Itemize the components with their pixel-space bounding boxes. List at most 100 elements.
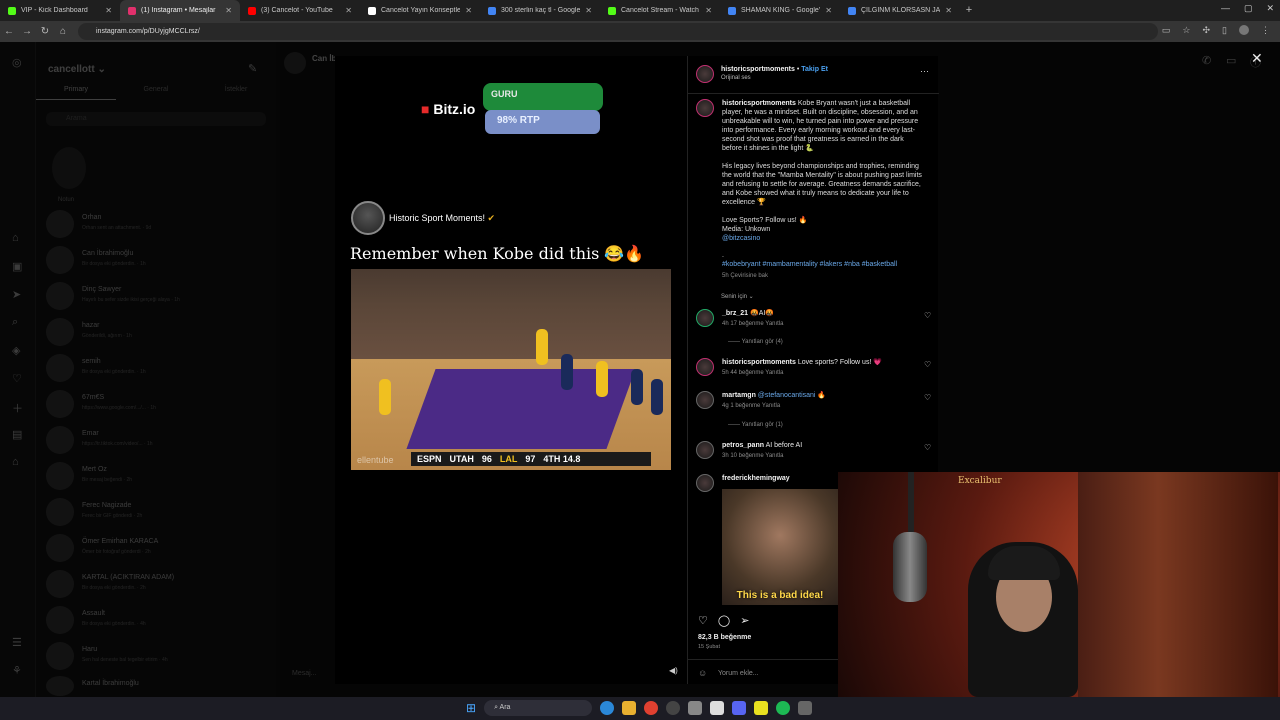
notion-icon bbox=[368, 6, 376, 15]
close-tab-icon[interactable]: ✕ bbox=[345, 6, 352, 15]
new-tab-button[interactable]: + bbox=[960, 0, 978, 21]
rtp-badge: 98% RTP bbox=[485, 110, 600, 134]
browser-tab[interactable]: (3) Cancelot - YouTube ✕ bbox=[240, 0, 360, 21]
browser-tab[interactable]: Cancelot Stream - Watch Live o✕ bbox=[600, 0, 720, 21]
forward-icon[interactable]: → bbox=[18, 26, 36, 37]
reload-icon[interactable]: ↻ bbox=[36, 26, 54, 37]
sort-dropdown[interactable]: Senin için ⌄ bbox=[721, 293, 754, 300]
likes-count[interactable]: 82,3 B beğenme bbox=[698, 634, 751, 641]
watermark: ellentube bbox=[357, 455, 394, 465]
caption-meta[interactable]: 5h Çevirisine bak bbox=[722, 272, 922, 281]
scoreboard: ESPN UTAH 96 LAL 97 4TH 14.8 bbox=[411, 452, 651, 466]
document-icon[interactable] bbox=[710, 701, 725, 715]
hashtag-links[interactable]: #kobebryant #mambamentality #lakers #nba… bbox=[722, 260, 922, 269]
post-caption: historicsportmoments Kobe Bryant wasn't … bbox=[722, 100, 922, 281]
post-media[interactable]: ■ Bitz.io GURU 98% RTP Historic Sport Mo… bbox=[335, 56, 687, 684]
bookmark-star-icon[interactable]: ☆ bbox=[1182, 25, 1190, 36]
close-tab-icon[interactable]: ✕ bbox=[585, 6, 592, 15]
wall-sign: Excalibur bbox=[958, 476, 1002, 486]
obs-icon[interactable] bbox=[666, 701, 681, 715]
browser-tab[interactable]: ÇILGINM KLORSASN JACK - Go✕ bbox=[840, 0, 960, 21]
audio-label[interactable]: Orijinal ses bbox=[721, 75, 751, 81]
toolbar-icons: ▭ ☆ ✣ ▯ ⋮ bbox=[1162, 25, 1270, 36]
close-tab-icon[interactable]: ✕ bbox=[105, 6, 112, 15]
browser-tab[interactable]: 300 sterlin kaç tl - Google'da Ar✕ bbox=[480, 0, 600, 21]
like-comment-icon[interactable]: ♡ bbox=[924, 393, 931, 402]
close-tab-icon[interactable]: ✕ bbox=[825, 6, 832, 15]
browser-tab-active[interactable]: (1) Instagram • Mesajlar ✕ bbox=[120, 0, 240, 21]
avatar[interactable] bbox=[696, 358, 714, 376]
post-date: 15 Şubat bbox=[698, 644, 721, 650]
comment-icon[interactable]: ◯ bbox=[718, 614, 730, 627]
avatar[interactable] bbox=[696, 441, 714, 459]
back-icon[interactable]: ← bbox=[0, 26, 18, 37]
bitz-logo: ■ Bitz.io bbox=[421, 101, 476, 117]
view-replies[interactable]: —— Yanıtları gör (4) bbox=[728, 339, 783, 345]
browser-tab[interactable]: Cancelot Yayın Konseptleri ✕ bbox=[360, 0, 480, 21]
view-replies[interactable]: —— Yanıtları gör (1) bbox=[728, 422, 783, 428]
gif-comment[interactable]: This is a bad idea! bbox=[722, 489, 838, 605]
author-avatar[interactable] bbox=[696, 99, 714, 117]
file-explorer-icon[interactable] bbox=[622, 701, 637, 715]
google-icon bbox=[848, 6, 856, 15]
edge-icon[interactable] bbox=[600, 701, 615, 715]
share-icon[interactable]: ➢ bbox=[740, 614, 749, 627]
windows-start-icon[interactable]: ⊞ bbox=[466, 701, 476, 715]
guru-badge: GURU bbox=[483, 83, 603, 111]
player bbox=[651, 379, 663, 415]
like-comment-icon[interactable]: ♡ bbox=[924, 443, 931, 452]
webcam-overlay: Excalibur bbox=[838, 472, 1280, 697]
profile-avatar[interactable] bbox=[1239, 25, 1249, 35]
close-tab-icon[interactable]: ✕ bbox=[705, 6, 712, 15]
minimize-icon[interactable]: — bbox=[1221, 3, 1230, 14]
avatar[interactable] bbox=[696, 391, 714, 409]
browser-tab[interactable]: SHAMAN KING - Google'da Ara✕ bbox=[720, 0, 840, 21]
emoji-icon[interactable]: ☺ bbox=[698, 668, 707, 678]
player bbox=[561, 354, 573, 390]
url-field[interactable]: instagram.com/p/DUyjgMCCLrsz/ bbox=[78, 23, 1158, 40]
mention-link[interactable]: @bitzcasino bbox=[722, 234, 922, 243]
avatar[interactable] bbox=[696, 474, 714, 492]
author-username[interactable]: historicsportmoments bbox=[721, 66, 795, 73]
discord-icon[interactable] bbox=[732, 701, 747, 715]
notes-icon[interactable] bbox=[754, 701, 769, 715]
mute-icon[interactable]: ◀) bbox=[669, 666, 678, 675]
home-icon[interactable]: ⌂ bbox=[54, 26, 72, 37]
window-controls: — ▢ ✕ bbox=[1221, 3, 1274, 14]
close-tab-icon[interactable]: ✕ bbox=[465, 6, 472, 15]
extensions-icon[interactable]: ✣ bbox=[1203, 25, 1211, 36]
settings-icon[interactable] bbox=[798, 701, 813, 715]
chrome-icon[interactable] bbox=[644, 701, 659, 715]
more-options-icon[interactable]: ··· bbox=[920, 66, 929, 76]
sidebar-icon[interactable]: ▯ bbox=[1222, 25, 1227, 36]
taskbar-search[interactable]: ⌕ Ara bbox=[484, 700, 593, 716]
close-window-icon[interactable]: ✕ bbox=[1266, 3, 1274, 14]
browser-tab-strip: VIP - Kick Dashboard ✕ (1) Instagram • Me… bbox=[0, 0, 1280, 21]
verified-icon: ✔ bbox=[487, 213, 496, 223]
follow-button[interactable]: Takip Et bbox=[801, 66, 828, 73]
close-tab-icon[interactable]: ✕ bbox=[225, 6, 232, 15]
like-comment-icon[interactable]: ♡ bbox=[924, 311, 931, 320]
post-actions: ♡ ◯ ➢ bbox=[698, 614, 749, 627]
basketball-video[interactable]: ESPN UTAH 96 LAL 97 4TH 14.8 ellentube bbox=[351, 269, 671, 470]
kick-icon bbox=[8, 6, 16, 15]
close-tab-icon[interactable]: ✕ bbox=[945, 6, 952, 15]
player bbox=[379, 379, 391, 415]
post-caption-title: Remember when Kobe did this 😂🔥 bbox=[350, 244, 645, 263]
close-modal-icon[interactable]: ✕ bbox=[1251, 50, 1263, 67]
google-icon bbox=[488, 6, 496, 15]
browser-tab[interactable]: VIP - Kick Dashboard ✕ bbox=[0, 0, 120, 21]
player bbox=[596, 361, 608, 397]
post-header: historicsportmoments • Takip Et Orijinal… bbox=[688, 56, 939, 94]
app-icon[interactable] bbox=[688, 701, 703, 715]
like-comment-icon[interactable]: ♡ bbox=[924, 360, 931, 369]
menu-kebab-icon[interactable]: ⋮ bbox=[1261, 25, 1270, 36]
author-avatar[interactable] bbox=[696, 65, 714, 83]
address-bar-row: ← → ↻ ⌂ instagram.com/p/DUyjgMCCLrsz/ ▭ … bbox=[0, 21, 1280, 42]
streamer-hair bbox=[988, 546, 1060, 580]
like-icon[interactable]: ♡ bbox=[698, 614, 708, 627]
cast-icon[interactable]: ▭ bbox=[1162, 25, 1171, 36]
spotify-icon[interactable] bbox=[776, 701, 791, 715]
avatar[interactable] bbox=[696, 309, 714, 327]
maximize-icon[interactable]: ▢ bbox=[1244, 3, 1253, 14]
